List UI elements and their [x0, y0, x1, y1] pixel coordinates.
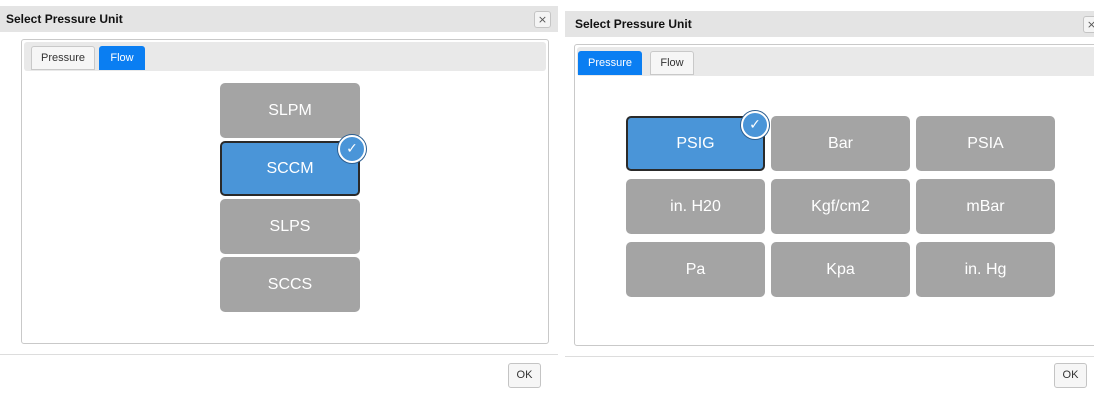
unit-label: SLPS	[269, 217, 311, 235]
tab-strip: Pressure Flow	[24, 42, 546, 71]
unit-label: in. Hg	[964, 260, 1007, 278]
unit-button-kgf-cm2[interactable]: Kgf/cm2	[771, 179, 910, 234]
unit-button-slps[interactable]: SLPS	[220, 199, 360, 254]
footer-divider	[0, 354, 558, 355]
ok-button[interactable]: OK	[1054, 363, 1087, 388]
checkmark-icon: ✓	[741, 111, 769, 139]
unit-button-in-h20[interactable]: in. H20	[626, 179, 765, 234]
close-icon: ×	[1086, 18, 1094, 31]
tab-flow[interactable]: Flow	[650, 51, 694, 75]
unit-label: mBar	[966, 197, 1005, 215]
checkmark-icon: ✓	[338, 135, 366, 163]
dialog-title: Select Pressure Unit	[0, 6, 558, 32]
dialog-title: Select Pressure Unit	[565, 11, 1094, 37]
unit-label: in. H20	[670, 197, 721, 215]
tab-flow[interactable]: Flow	[99, 46, 145, 70]
unit-label: Kgf/cm2	[811, 197, 870, 215]
unit-label: SCCM	[266, 159, 314, 177]
flow-unit-dialog: Select Pressure Unit × Pressure Flow SLP…	[0, 0, 558, 393]
close-icon: ×	[537, 13, 548, 26]
unit-label: PSIA	[967, 134, 1004, 152]
unit-button-pa[interactable]: Pa	[626, 242, 765, 297]
close-button[interactable]: ×	[1083, 16, 1094, 33]
unit-label: SCCS	[267, 275, 313, 293]
unit-button-sccs[interactable]: SCCS	[220, 257, 360, 312]
unit-button-kpa[interactable]: Kpa	[771, 242, 910, 297]
unit-button-in-hg[interactable]: in. Hg	[916, 242, 1055, 297]
unit-label: SLPM	[268, 101, 312, 119]
unit-label: Kpa	[826, 260, 855, 278]
unit-panel: Pressure Flow SLPM SCCM ✓ SLPS SCCS	[21, 39, 549, 344]
pressure-unit-dialog: Select Pressure Unit × Pressure Flow PSI…	[565, 0, 1094, 393]
unit-button-psia[interactable]: PSIA	[916, 116, 1055, 171]
unit-button-bar[interactable]: Bar	[771, 116, 910, 171]
close-button[interactable]: ×	[534, 11, 551, 28]
unit-label: PSIG	[676, 134, 715, 152]
tab-strip: Pressure Flow	[577, 47, 1094, 76]
tab-pressure[interactable]: Pressure	[31, 46, 95, 70]
unit-button-slpm[interactable]: SLPM	[220, 83, 360, 138]
ok-button[interactable]: OK	[508, 363, 541, 388]
unit-panel: Pressure Flow PSIG ✓ Bar PSIA in. H20 Kg…	[574, 44, 1094, 346]
unit-button-mbar[interactable]: mBar	[916, 179, 1055, 234]
footer-divider	[565, 356, 1094, 357]
unit-label: Bar	[828, 134, 853, 152]
tab-pressure[interactable]: Pressure	[578, 51, 642, 75]
unit-label: Pa	[685, 260, 706, 278]
